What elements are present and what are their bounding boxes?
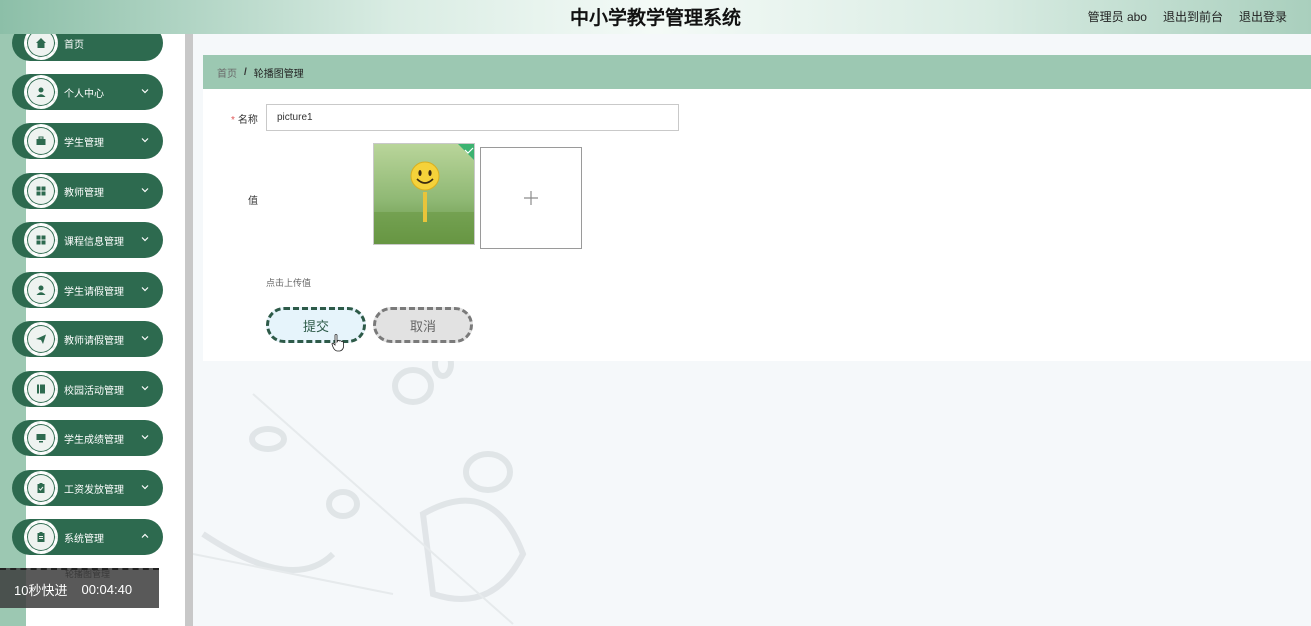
breadcrumb: 首页 / 轮播图管理	[203, 55, 1311, 89]
sidebar-item-teacher-management[interactable]: 教师管理	[12, 173, 163, 209]
breadcrumb-separator: /	[244, 66, 247, 78]
chevron-down-icon	[141, 386, 149, 391]
admin-label: 管理员 abo	[1087, 10, 1147, 24]
sidebar-item-system-management[interactable]: 系统管理	[12, 519, 163, 555]
home-icon	[24, 34, 58, 60]
name-field-label: * 名称	[231, 111, 258, 126]
chevron-down-icon	[141, 237, 149, 242]
briefcase-icon	[24, 124, 58, 158]
submit-button[interactable]: 提交	[266, 307, 366, 343]
chevron-down-icon	[141, 533, 149, 538]
video-overlay: 10秒快进 00:04:40	[0, 568, 159, 608]
book-icon	[24, 372, 58, 406]
top-header: 中小学教学管理系统 管理员 abo 退出到前台 退出登录	[0, 0, 1311, 34]
sidebar-item-label: 校园活动管理	[64, 386, 124, 397]
sidebar-item-student-management[interactable]: 学生管理	[12, 123, 163, 159]
video-timestamp: 00:04:40	[81, 581, 133, 597]
sidebar-item-label: 个人中心	[64, 89, 104, 100]
clipboard-icon	[24, 471, 58, 505]
uploaded-image-thumbnail[interactable]	[373, 143, 475, 245]
user-icon	[24, 273, 58, 307]
exit-to-front-link[interactable]: 退出到前台	[1163, 8, 1223, 25]
sidebar-item-student-grades[interactable]: 学生成绩管理	[12, 420, 163, 456]
sidebar-item-label: 教师请假管理	[64, 336, 124, 347]
hand-cursor-icon	[331, 334, 344, 352]
name-input[interactable]	[266, 104, 679, 131]
chevron-down-icon	[141, 336, 149, 341]
breadcrumb-current: 轮播图管理	[253, 68, 304, 80]
chevron-down-icon	[141, 89, 149, 94]
upload-hint: 点击上传值	[266, 278, 312, 288]
clipboard-icon	[24, 520, 58, 554]
send-icon	[24, 322, 58, 356]
sidebar-item-teacher-leave[interactable]: 教师请假管理	[12, 321, 163, 357]
sidebar: 首页 个人中心 学生管理 教师管理 课程信息管理 学生请假管理 教师请假管理 校…	[0, 34, 185, 626]
chevron-down-icon	[141, 435, 149, 440]
breadcrumb-home-link[interactable]: 首页	[217, 65, 237, 80]
sidebar-item-personal-center[interactable]: 个人中心	[12, 74, 163, 110]
sidebar-item-course-management[interactable]: 课程信息管理	[12, 222, 163, 258]
sidebar-item-label: 工资发放管理	[64, 485, 124, 496]
required-mark: *	[231, 115, 235, 126]
grid-icon	[24, 223, 58, 257]
chevron-down-icon	[141, 287, 149, 292]
sidebar-item-label: 学生管理	[64, 138, 104, 149]
sidebar-item-label: 学生请假管理	[64, 287, 124, 298]
form-panel: *名称 值	[203, 89, 1311, 361]
grid-icon	[24, 174, 58, 208]
chevron-down-icon	[141, 485, 149, 490]
sidebar-item-label: 学生成绩管理	[64, 435, 124, 446]
cancel-button[interactable]: 取消	[373, 307, 473, 343]
upload-button[interactable]	[480, 147, 582, 249]
main-content: 首页 / 轮播图管理 *名称 值	[193, 34, 1311, 626]
top-links: 管理员 abo 退出到前台 退出登录	[1088, 8, 1287, 25]
chevron-down-icon	[141, 138, 149, 143]
sidebar-item-label: 系统管理	[64, 534, 104, 545]
sidebar-item-label: 首页	[64, 40, 84, 51]
name-label-text: 名称	[237, 115, 258, 126]
smiley-image	[374, 144, 474, 244]
chevron-down-icon	[141, 188, 149, 193]
user-icon	[24, 75, 58, 109]
logout-link[interactable]: 退出登录	[1239, 8, 1287, 25]
sidebar-item-label: 教师管理	[64, 188, 104, 199]
skip-forward-button[interactable]: 10秒快进	[14, 580, 67, 599]
sidebar-item-student-leave[interactable]: 学生请假管理	[12, 272, 163, 308]
sidebar-item-salary[interactable]: 工资发放管理	[12, 470, 163, 506]
sidebar-item-label: 课程信息管理	[64, 237, 124, 248]
sidebar-divider	[185, 34, 193, 626]
monitor-icon	[24, 421, 58, 455]
sidebar-item-home[interactable]: 首页	[12, 34, 163, 61]
plus-icon	[524, 191, 538, 205]
sidebar-item-campus-activity[interactable]: 校园活动管理	[12, 371, 163, 407]
value-field-label: 值	[248, 196, 258, 207]
